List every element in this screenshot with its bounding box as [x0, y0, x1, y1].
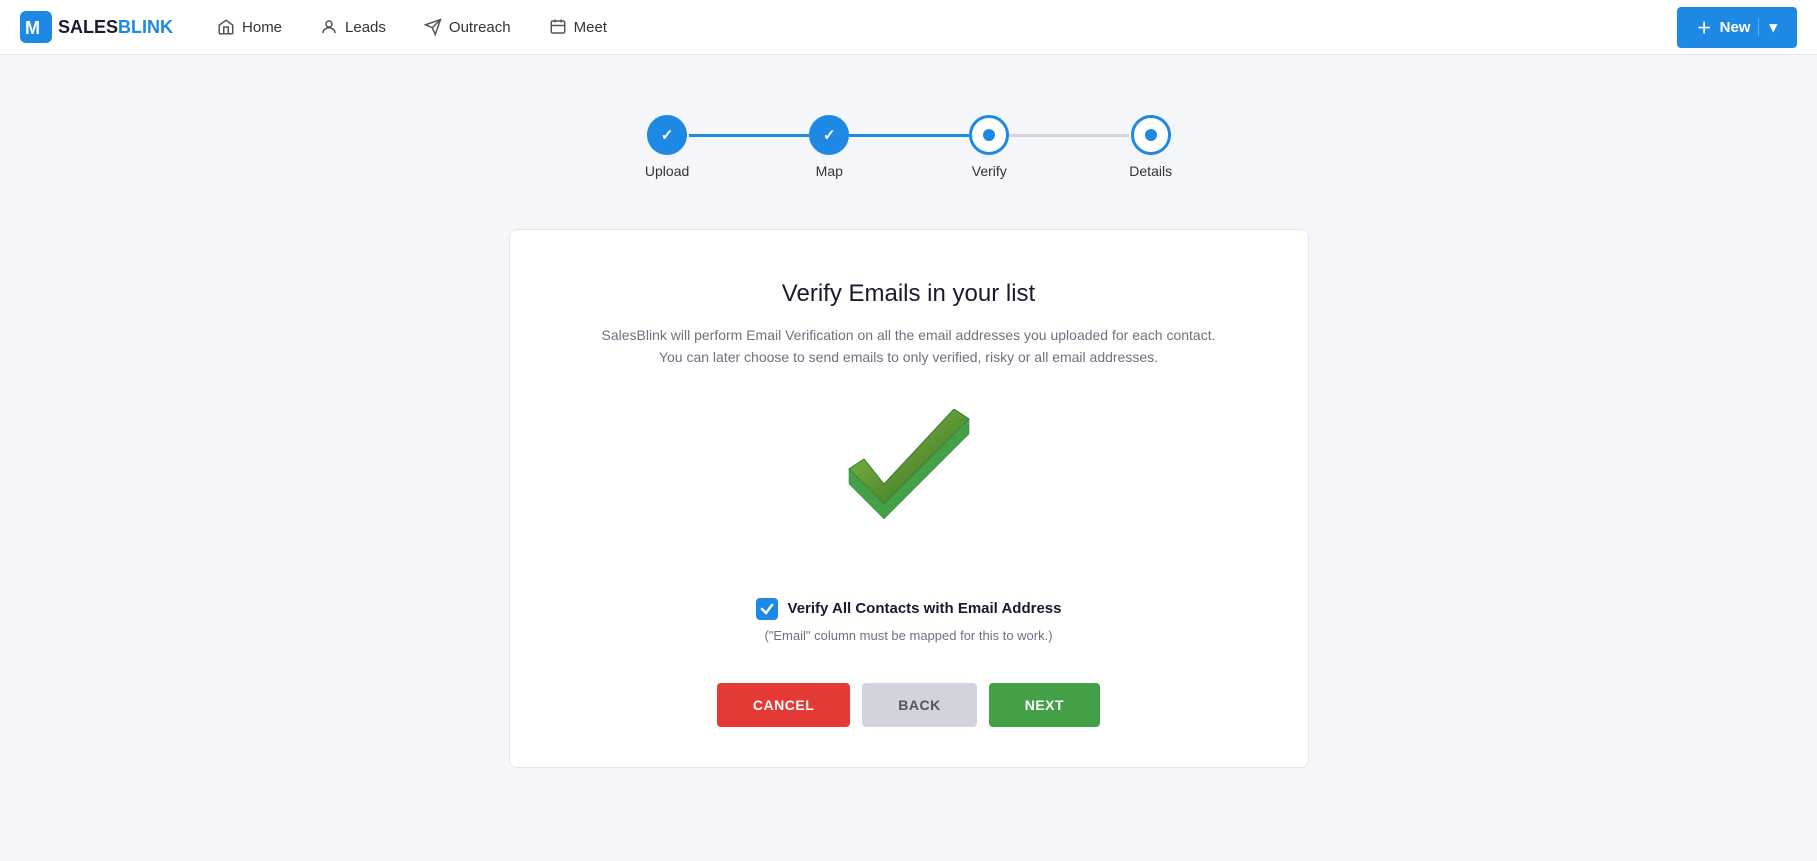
cancel-button[interactable]: CANCEL	[717, 683, 850, 727]
navbar: M SALESBLINK Home Leads Outreach Meet ＋ …	[0, 0, 1817, 55]
step-details-circle	[1131, 115, 1171, 155]
stepper: ✓ Upload ✓ Map Verify Details	[645, 115, 1172, 179]
home-icon	[217, 18, 235, 36]
logo-sales: SALES	[58, 17, 118, 37]
new-button-dropdown[interactable]: ▾	[1758, 18, 1777, 36]
nav-meet[interactable]: Meet	[545, 12, 611, 42]
step-details: Details	[1129, 115, 1172, 179]
outreach-icon	[424, 18, 442, 36]
logo: M SALESBLINK	[20, 11, 173, 43]
verify-checkbox-row: Verify All Contacts with Email Address	[756, 598, 1062, 620]
card-description: SalesBlink will perform Email Verificati…	[602, 324, 1216, 369]
card-title: Verify Emails in your list	[782, 280, 1035, 308]
meet-icon	[549, 18, 567, 36]
new-button[interactable]: ＋ New ▾	[1677, 7, 1797, 48]
connector-2	[849, 134, 969, 137]
next-button[interactable]: NEXT	[989, 683, 1100, 727]
svg-text:M: M	[25, 18, 40, 38]
step-map-circle: ✓	[809, 115, 849, 155]
button-row: CANCEL BACK NEXT	[717, 683, 1100, 727]
new-button-plus: ＋	[1697, 17, 1712, 38]
step-verify-label: Verify	[972, 163, 1007, 179]
main-content: ✓ Upload ✓ Map Verify Details Verify Ema…	[0, 55, 1817, 808]
step-map: ✓ Map	[809, 115, 849, 179]
nav-leads[interactable]: Leads	[316, 12, 390, 42]
verify-label: Verify All Contacts with Email Address	[788, 600, 1062, 617]
content-card: Verify Emails in your list SalesBlink wi…	[509, 229, 1309, 768]
verify-note: ("Email" column must be mapped for this …	[764, 628, 1052, 643]
connector-3	[1009, 134, 1129, 137]
connector-1	[689, 134, 809, 137]
step-upload-label: Upload	[645, 163, 689, 179]
back-button[interactable]: BACK	[862, 683, 976, 727]
checkmark-icon	[839, 409, 979, 539]
step-verify-circle	[969, 115, 1009, 155]
verify-all-checkbox[interactable]	[756, 598, 778, 620]
step-upload-circle: ✓	[647, 115, 687, 155]
step-upload: ✓ Upload	[645, 115, 689, 179]
logo-icon: M	[20, 11, 52, 43]
nav-home[interactable]: Home	[213, 12, 286, 42]
success-checkmark	[839, 409, 979, 558]
leads-icon	[320, 18, 338, 36]
nav-outreach[interactable]: Outreach	[420, 12, 515, 42]
step-map-label: Map	[816, 163, 843, 179]
step-details-label: Details	[1129, 163, 1172, 179]
logo-blink: BLINK	[118, 17, 173, 37]
step-verify: Verify	[969, 115, 1009, 179]
checkbox-check-icon	[760, 602, 774, 616]
nav-items: Home Leads Outreach Meet	[213, 12, 1677, 42]
